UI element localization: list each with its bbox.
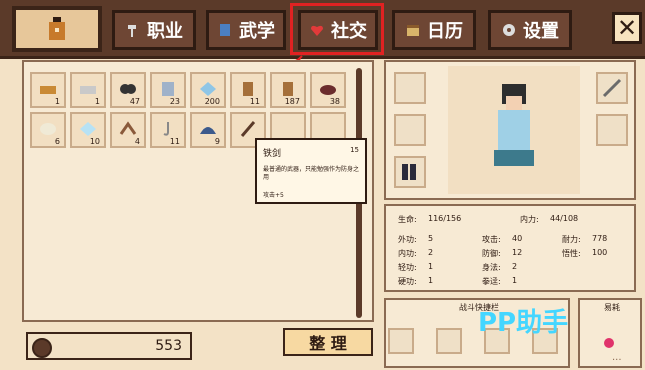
stat-defense-value: 12 [512, 248, 523, 257]
equip-slot-accessory[interactable] [596, 114, 628, 146]
stat-life-label: 生命: [398, 215, 417, 224]
stat-qinggong-value: 1 [428, 262, 434, 271]
coin-icon [32, 338, 52, 358]
iron-bar-icon [80, 86, 96, 94]
stat-life-value: 116/156 [428, 214, 462, 223]
character-portrait [448, 66, 580, 194]
battle-shortcut-slot[interactable] [388, 328, 414, 354]
inventory-slot[interactable]: 6 [30, 112, 66, 148]
inventory-slot[interactable]: 47 [110, 72, 146, 108]
stat-neili-value: 44/108 [550, 214, 579, 223]
stat-neili-label: 内力: [520, 215, 539, 224]
more-icon[interactable]: ... [612, 352, 622, 363]
money-display: 553 [26, 332, 192, 360]
stat-shenfa-label: 身法: [482, 263, 501, 272]
inventory-slot[interactable]: 9 [190, 112, 226, 148]
tooltip-item-description: 最普通的武器，只能勉强作为防身之用 [263, 166, 360, 181]
stats-panel: 生命: 116/156 内力: 44/108 外功: 5 攻击: 40 耐力: … [384, 204, 636, 292]
barrel-icon [243, 82, 253, 96]
stat-yinggong-value: 1 [428, 276, 434, 285]
charcoal-icon [120, 84, 136, 94]
stat-waigong-value: 5 [428, 234, 434, 243]
inventory-slot[interactable]: 23 [150, 72, 186, 108]
stat-attack-label: 攻击: [482, 235, 501, 244]
inventory-slot[interactable]: 1 [30, 72, 66, 108]
inventory-slot[interactable]: 10 [70, 112, 106, 148]
equip-slot-feet[interactable] [394, 156, 426, 188]
equip-slot-head[interactable] [394, 72, 426, 104]
inventory-slot[interactable]: 11 [150, 112, 186, 148]
stat-shoushi-value: 1 [512, 276, 518, 285]
watermark: PP助手 [478, 308, 569, 338]
character-sprite [494, 84, 534, 166]
stat-stamina-value: 778 [592, 234, 608, 243]
pearl-icon [40, 123, 56, 135]
inventory-slot[interactable]: 38 [310, 72, 346, 108]
stat-wuxing-value: 100 [592, 248, 608, 257]
stat-neigong-label: 内功: [398, 249, 417, 258]
inventory-slot[interactable]: 1 [70, 72, 106, 108]
ice-crystal-icon [80, 122, 96, 136]
bowl-icon [320, 85, 336, 95]
helmet-icon [200, 127, 216, 134]
stat-shoushi-label: 拳迳: [482, 277, 501, 286]
stat-defense-label: 防御: [482, 249, 501, 258]
inventory-slot[interactable]: 187 [270, 72, 306, 108]
hook-icon [163, 122, 169, 136]
equip-slot-body[interactable] [394, 114, 426, 146]
consumable-item-icon[interactable] [604, 338, 614, 348]
sort-button[interactable]: 整 理 [283, 328, 373, 356]
book-icon [162, 82, 174, 96]
barrel-icon [283, 82, 293, 96]
tooltip-item-bonus: 攻击+5 [263, 192, 284, 199]
stat-wuxing-label: 悟性: [562, 249, 581, 258]
inventory-slot[interactable]: 4 [110, 112, 146, 148]
stat-stamina-label: 耐力: [562, 235, 581, 244]
inventory-slot[interactable]: 200 [190, 72, 226, 108]
stat-shenfa-value: 2 [512, 262, 518, 271]
consumable-panel: 易耗 [578, 298, 642, 368]
crystal-icon [200, 82, 216, 96]
money-value: 553 [155, 338, 182, 354]
sword-icon [602, 78, 622, 98]
stat-qinggong-label: 轻功: [398, 263, 417, 272]
boomerang-icon [119, 121, 137, 135]
bread-icon [40, 86, 56, 94]
equip-slot-weapon[interactable] [596, 72, 628, 104]
inventory-slot[interactable]: 11 [230, 72, 266, 108]
stat-neigong-value: 2 [428, 248, 434, 257]
boots-icon [402, 164, 416, 180]
tooltip-item-level: 15 [350, 146, 359, 154]
consumable-title: 易耗 [604, 303, 620, 312]
stat-yinggong-label: 硬功: [398, 277, 417, 286]
tooltip-item-name: 铁剑 [263, 149, 282, 159]
battle-shortcut-slot[interactable] [436, 328, 462, 354]
stat-attack-value: 40 [512, 234, 523, 243]
stat-waigong-label: 外功: [398, 235, 417, 244]
item-tooltip: 铁剑 15 最普通的武器，只能勉强作为防身之用 攻击+5 [255, 138, 367, 204]
sword-icon [240, 121, 256, 137]
